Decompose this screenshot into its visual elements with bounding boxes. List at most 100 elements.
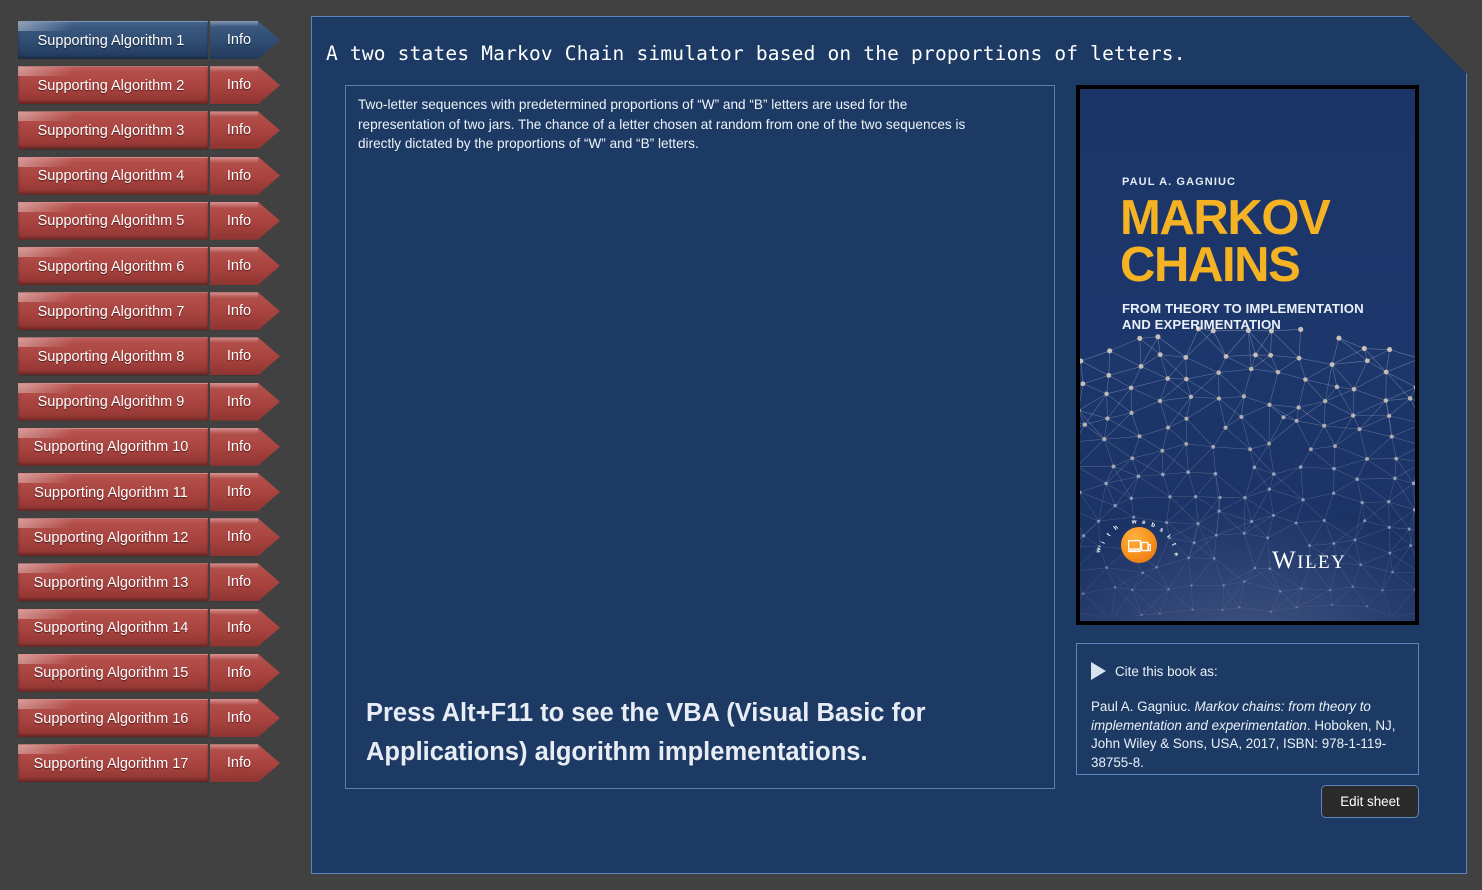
info-button-label: Info [226, 574, 252, 591]
sidebar-item-algorithm-15[interactable]: Supporting Algorithm 15 Info [18, 653, 280, 692]
info-button[interactable]: Info [210, 157, 280, 195]
algorithm-label-button[interactable]: Supporting Algorithm 14 [18, 608, 208, 647]
info-button[interactable]: Info [210, 473, 280, 511]
algorithm-label-button[interactable]: Supporting Algorithm 16 [18, 699, 208, 737]
description-text: Two-letter sequences with predetermined … [358, 97, 966, 152]
algorithm-label-text: Supporting Algorithm 17 [33, 755, 189, 772]
sidebar-item-algorithm-3[interactable]: Supporting Algorithm 3 Info [18, 111, 280, 150]
algorithm-label-text: Supporting Algorithm 7 [37, 303, 185, 320]
play-triangle-icon [1091, 662, 1106, 680]
info-button[interactable]: Info [210, 428, 280, 466]
info-button[interactable]: Info [210, 202, 280, 240]
algorithm-label-text: Supporting Algorithm 12 [33, 529, 189, 546]
with-website-badge-icon: with website [1117, 521, 1161, 565]
algorithm-label-button[interactable]: Supporting Algorithm 4 [18, 156, 208, 195]
algorithm-label-text: Supporting Algorithm 10 [33, 439, 189, 456]
application-root: Supporting Algorithm 1 Info Supporting Alg… [0, 0, 1482, 890]
info-button-label: Info [226, 484, 252, 500]
info-button-label: Info [226, 303, 252, 320]
algorithm-label-text: Supporting Algorithm 8 [37, 348, 185, 365]
algorithm-label-button[interactable]: Supporting Algorithm 10 [18, 427, 208, 466]
sidebar-item-algorithm-1[interactable]: Supporting Algorithm 1 Info [18, 21, 280, 59]
sidebar-item-algorithm-17[interactable]: Supporting Algorithm 17 Info [18, 744, 280, 783]
citation-header: Cite this book as: [1091, 662, 1218, 680]
sidebar-item-algorithm-14[interactable]: Supporting Algorithm 14 Info [18, 608, 280, 647]
info-button-label: Info [226, 348, 252, 365]
info-button[interactable]: Info [210, 744, 280, 782]
main-panel: A two states Markov Chain simulator base… [311, 16, 1467, 874]
citation-book-title: Markov chains: from theory to implementa… [1091, 699, 1371, 733]
info-button[interactable]: Info [210, 563, 280, 601]
algorithm-label-text: Supporting Algorithm 3 [37, 122, 185, 139]
book-subtitle: FROM THEORY TO IMPLEMENTATION AND EXPERI… [1122, 301, 1364, 332]
algorithm-label-button[interactable]: Supporting Algorithm 11 [18, 473, 208, 511]
algorithm-label-button[interactable]: Supporting Algorithm 9 [18, 382, 208, 421]
sidebar-item-algorithm-9[interactable]: Supporting Algorithm 9 Info [18, 382, 280, 421]
algorithm-label-button[interactable]: Supporting Algorithm 17 [18, 744, 208, 783]
algorithm-label-text: Supporting Algorithm 6 [37, 258, 185, 275]
info-button-label: Info [226, 212, 252, 229]
info-button[interactable]: Info [210, 292, 280, 330]
sidebar-item-algorithm-4[interactable]: Supporting Algorithm 4 Info [18, 156, 280, 195]
sidebar-item-algorithm-6[interactable]: Supporting Algorithm 6 Info [18, 247, 280, 285]
algorithm-label-text: Supporting Algorithm 1 [37, 32, 185, 49]
info-button-label: Info [226, 755, 252, 772]
info-button[interactable]: Info [210, 21, 280, 59]
info-button[interactable]: Info [210, 383, 280, 421]
sidebar-item-algorithm-10[interactable]: Supporting Algorithm 10 Info [18, 427, 280, 466]
algorithm-label-button[interactable]: Supporting Algorithm 2 [18, 66, 208, 105]
info-button-label: Info [226, 167, 252, 184]
info-button-label: Info [226, 710, 252, 726]
publisher-logo: WILEY [1272, 547, 1347, 574]
sidebar-item-algorithm-11[interactable]: Supporting Algorithm 11 Info [18, 473, 280, 511]
sidebar-item-algorithm-16[interactable]: Supporting Algorithm 16 Info [18, 699, 280, 737]
info-button[interactable]: Info [210, 654, 280, 692]
info-button[interactable]: Info [210, 518, 280, 556]
info-button-label: Info [226, 438, 252, 455]
citation-heading: Cite this book as: [1115, 663, 1218, 679]
sidebar-item-algorithm-2[interactable]: Supporting Algorithm 2 Info [18, 66, 280, 105]
info-button-label: Info [226, 32, 252, 48]
edit-sheet-button[interactable]: Edit sheet [1321, 785, 1419, 818]
citation-box: Cite this book as: Paul A. Gagniuc. Mark… [1076, 643, 1419, 775]
info-button-label: Info [226, 529, 252, 546]
info-button[interactable]: Info [210, 66, 280, 104]
book-title-line-2: CHAINS [1120, 238, 1300, 292]
algorithm-label-button[interactable]: Supporting Algorithm 3 [18, 111, 208, 150]
sidebar-item-algorithm-13[interactable]: Supporting Algorithm 13 Info [18, 563, 280, 602]
algorithm-label-button[interactable]: Supporting Algorithm 8 [18, 337, 208, 376]
algorithm-label-button[interactable]: Supporting Algorithm 15 [18, 653, 208, 692]
info-button[interactable]: Info [210, 699, 280, 737]
book-title-line-1: MARKOV [1120, 191, 1330, 245]
algorithm-label-text: Supporting Algorithm 11 [34, 484, 188, 501]
sidebar-item-algorithm-8[interactable]: Supporting Algorithm 8 Info [18, 337, 280, 376]
algorithm-sidebar: Supporting Algorithm 1 Info Supporting Alg… [0, 0, 300, 890]
page-title: A two states Markov Chain simulator base… [326, 42, 1186, 65]
algorithm-label-button[interactable]: Supporting Algorithm 7 [18, 292, 208, 331]
devices-icon [1128, 540, 1151, 553]
algorithm-label-button[interactable]: Supporting Algorithm 1 [18, 21, 208, 59]
algorithm-label-button[interactable]: Supporting Algorithm 5 [18, 201, 208, 240]
info-button-label: Info [226, 664, 252, 681]
info-button-label: Info [226, 77, 252, 94]
algorithm-label-text: Supporting Algorithm 14 [33, 620, 189, 637]
algorithm-label-text: Supporting Algorithm 13 [33, 574, 189, 591]
info-button[interactable]: Info [210, 247, 280, 285]
info-button-label: Info [226, 619, 252, 636]
info-button[interactable]: Info [210, 111, 280, 149]
info-button[interactable]: Info [210, 609, 280, 647]
algorithm-label-button[interactable]: Supporting Algorithm 6 [18, 247, 208, 285]
algorithm-label-button[interactable]: Supporting Algorithm 12 [18, 518, 208, 557]
sidebar-item-algorithm-7[interactable]: Supporting Algorithm 7 Info [18, 292, 280, 331]
sidebar-item-algorithm-12[interactable]: Supporting Algorithm 12 Info [18, 518, 280, 557]
algorithm-label-text: Supporting Algorithm 5 [37, 213, 185, 230]
info-button-label: Info [226, 122, 252, 139]
algorithm-label-text: Supporting Algorithm 2 [37, 77, 185, 94]
vba-note-text: Press Alt+F11 to see the VBA (Visual Bas… [366, 699, 926, 766]
sidebar-item-algorithm-5[interactable]: Supporting Algorithm 5 Info [18, 201, 280, 240]
algorithm-label-text: Supporting Algorithm 16 [33, 710, 189, 727]
algorithm-label-text: Supporting Algorithm 15 [33, 665, 189, 682]
algorithm-label-button[interactable]: Supporting Algorithm 13 [18, 563, 208, 602]
book-author: PAUL A. GAGNIUC [1122, 176, 1237, 188]
info-button[interactable]: Info [210, 337, 280, 375]
